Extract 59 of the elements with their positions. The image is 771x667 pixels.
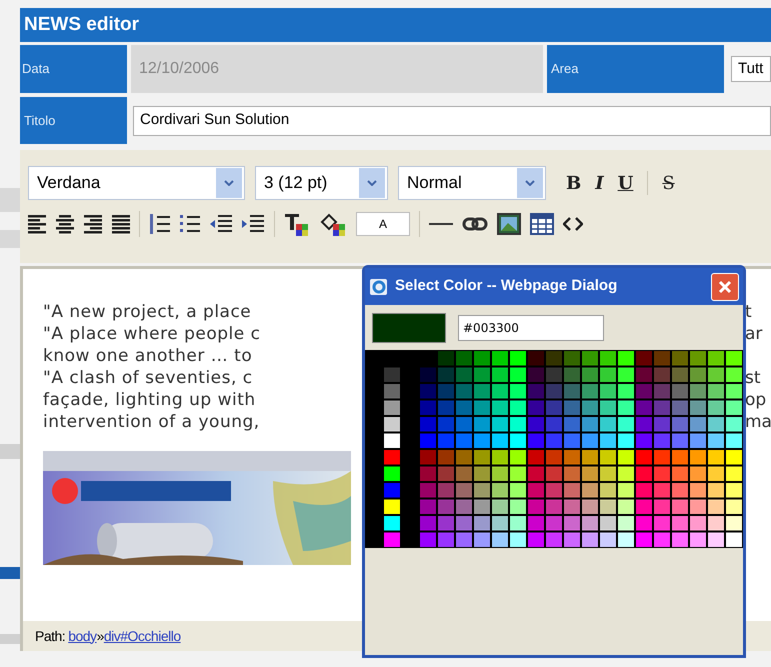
- close-icon: [718, 280, 732, 294]
- field-label: Area: [547, 45, 724, 93]
- page-edge-bar: [0, 188, 20, 212]
- path-link[interactable]: body: [68, 626, 97, 646]
- path-link[interactable]: div#Occhiello: [104, 626, 181, 646]
- page-edge-bar: [0, 567, 20, 579]
- text-line: "A place where people c: [43, 323, 262, 345]
- field-label: Data: [20, 45, 127, 93]
- dropdown-icon: [216, 168, 242, 198]
- hex-input[interactable]: #003300: [458, 314, 604, 340]
- indent-icon[interactable]: [241, 213, 265, 235]
- dropdown-icon: [517, 168, 543, 198]
- text-fragment: t: [745, 301, 753, 323]
- dialog-title: Select Color -- Webpage Dialog: [395, 276, 618, 296]
- align-left-icon[interactable]: [28, 214, 46, 234]
- window-title: NEWS editor: [20, 8, 771, 42]
- text-fragment: st: [745, 367, 762, 389]
- path-label: Path:: [35, 626, 66, 646]
- code-icon[interactable]: [563, 216, 583, 232]
- format-button[interactable]: B: [566, 170, 582, 196]
- outdent-icon[interactable]: [209, 213, 233, 235]
- format-button[interactable]: U: [618, 170, 634, 196]
- text-color-icon[interactable]: [284, 212, 310, 236]
- browser-icon: [369, 276, 389, 296]
- text-fragment: ma: [745, 411, 771, 433]
- font-select[interactable]: Verdana: [28, 166, 245, 200]
- bullet-list-icon[interactable]: [179, 213, 201, 235]
- image-icon[interactable]: [497, 213, 521, 235]
- format-button[interactable]: S: [662, 170, 675, 196]
- format-select[interactable]: Normal: [398, 166, 546, 200]
- link-icon[interactable]: [462, 217, 488, 231]
- close-button[interactable]: [711, 272, 739, 300]
- format-button[interactable]: I: [595, 170, 604, 196]
- text-line: intervention of a young,: [43, 411, 261, 433]
- justify-icon[interactable]: [112, 214, 130, 234]
- area-select[interactable]: Tutt: [731, 56, 771, 82]
- path-separator: »: [96, 626, 104, 644]
- fill-color-icon[interactable]: [319, 212, 347, 236]
- text-line: "A clash of seventies, c: [43, 367, 254, 389]
- text-fragment: ar: [745, 323, 764, 345]
- text-line: façade, lighting up with: [43, 389, 257, 411]
- text-line: know one another … to: [43, 345, 254, 367]
- dropdown-icon: [359, 168, 385, 198]
- color-sample[interactable]: A: [356, 212, 410, 236]
- table-icon[interactable]: [530, 213, 554, 235]
- size-select[interactable]: 3 (12 pt): [255, 166, 388, 200]
- field-label: Titolo: [20, 97, 127, 144]
- horizontal-rule-icon[interactable]: [429, 222, 453, 226]
- align-center-icon[interactable]: [56, 214, 74, 234]
- text-line: "A new project, a place: [43, 301, 252, 323]
- page-edge-bar: [0, 444, 20, 459]
- date-value: 12/10/2006: [131, 45, 543, 93]
- text-fragment: op: [745, 389, 768, 411]
- page-edge-bar: [0, 230, 20, 248]
- numbered-list-icon[interactable]: [149, 213, 171, 235]
- color-palette[interactable]: [365, 350, 743, 548]
- title-input[interactable]: Cordivari Sun Solution: [133, 106, 771, 136]
- page-edge-bar: [0, 634, 20, 644]
- align-right-icon[interactable]: [84, 214, 102, 234]
